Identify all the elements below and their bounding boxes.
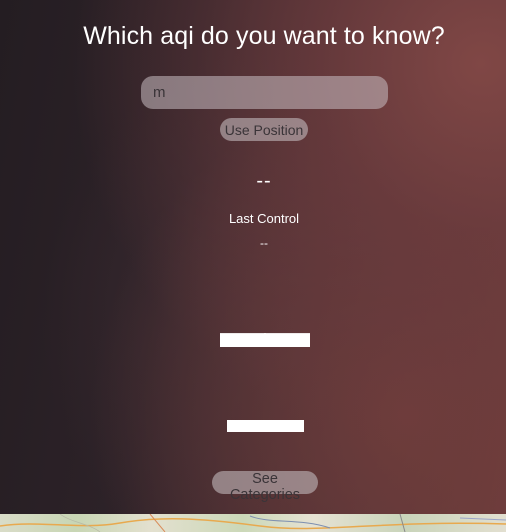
app-window: Which aqi do you want to know? Use Posit… [0,0,506,532]
last-control-value: -- [260,236,268,250]
page-title: Which aqi do you want to know? [83,22,445,50]
see-categories-button[interactable]: See Categories [212,471,318,503]
city-search-input[interactable] [141,76,388,109]
use-position-button[interactable]: Use Position [220,118,308,141]
last-control-label: Last Control [228,211,300,226]
aqi-level: ▬▬ [220,305,310,357]
map-background [0,514,506,532]
aqi-value: -- [256,170,272,192]
aqi-category: ▬▬ [227,397,304,441]
map-roads-icon [0,514,506,532]
